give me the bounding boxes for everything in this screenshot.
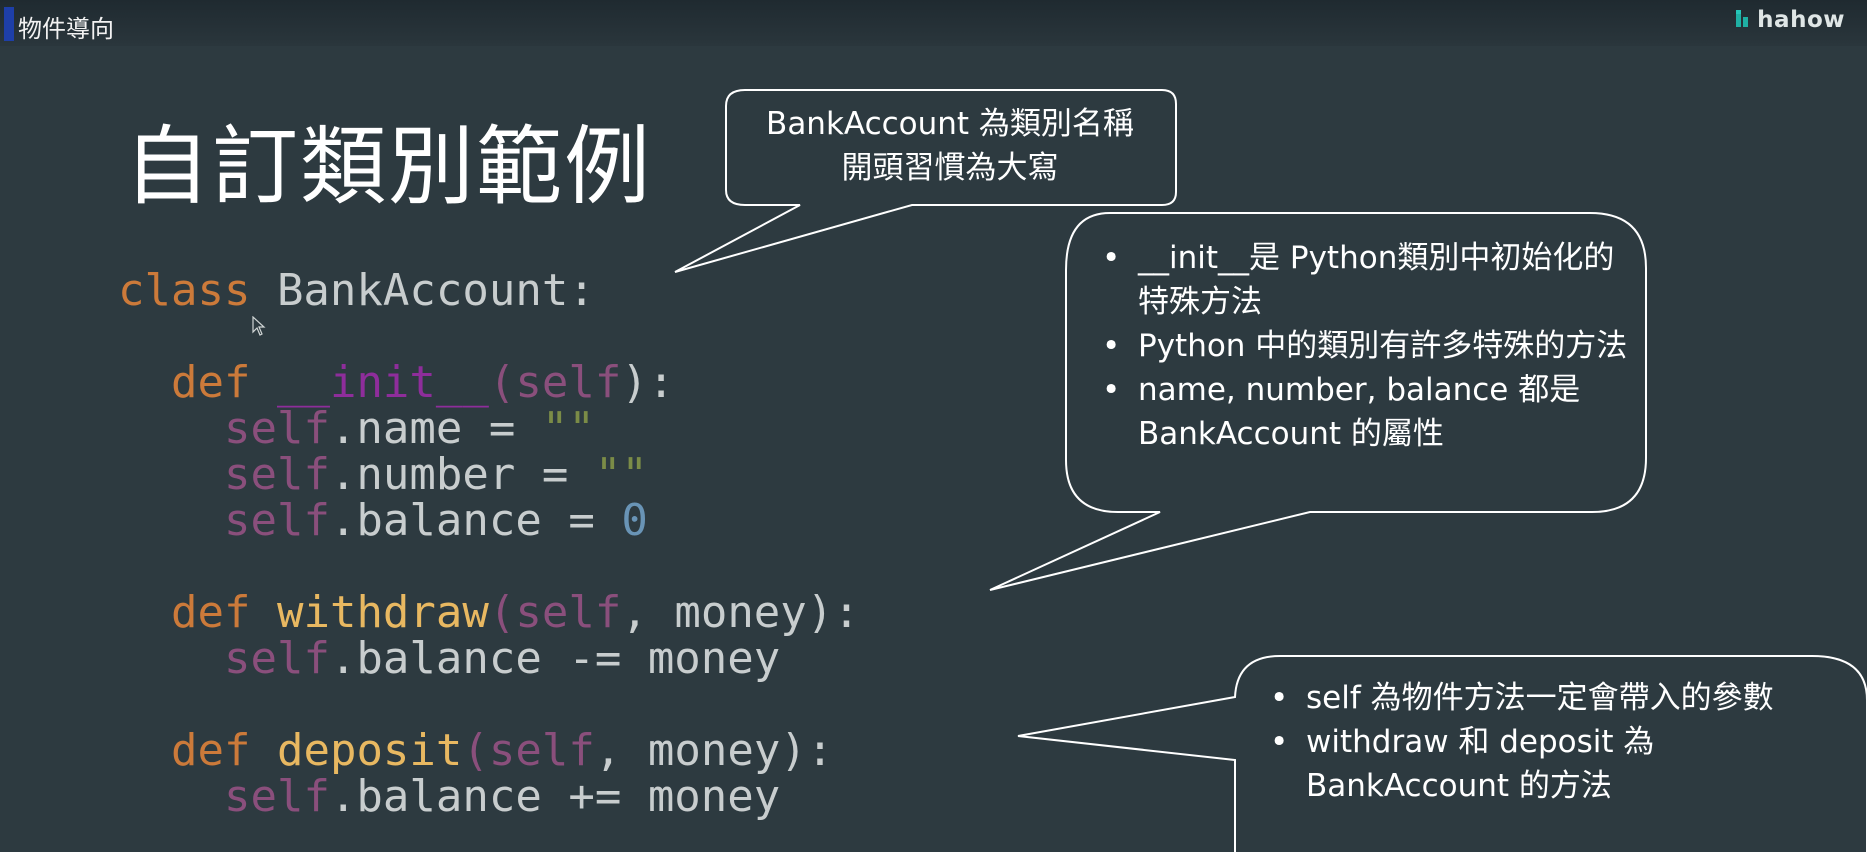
callout-line: 開頭習慣為大寫 [841, 150, 1059, 186]
callout-bullet: self 為物件方法一定會帶入的參數 [1258, 676, 1858, 720]
callout-bullet: name, number, balance 都是 BankAccount 的屬性 [1090, 368, 1630, 456]
callout-bullet: Python 中的類別有許多特殊的方法 [1090, 324, 1630, 368]
callout-methods: self 為物件方法一定會帶入的參數 withdraw 和 deposit 為 … [1258, 676, 1858, 808]
callout-class-name: BankAccount 為類別名稱 開頭習慣為大寫 [730, 102, 1170, 190]
callout-bullet: __init__是 Python類別中初始化的特殊方法 [1090, 236, 1630, 324]
callout-line: BankAccount 為類別名稱 [766, 106, 1134, 142]
callout-init: __init__是 Python類別中初始化的特殊方法 Python 中的類別有… [1090, 236, 1630, 456]
callout-bullet: withdraw 和 deposit 為 BankAccount 的方法 [1258, 720, 1858, 808]
